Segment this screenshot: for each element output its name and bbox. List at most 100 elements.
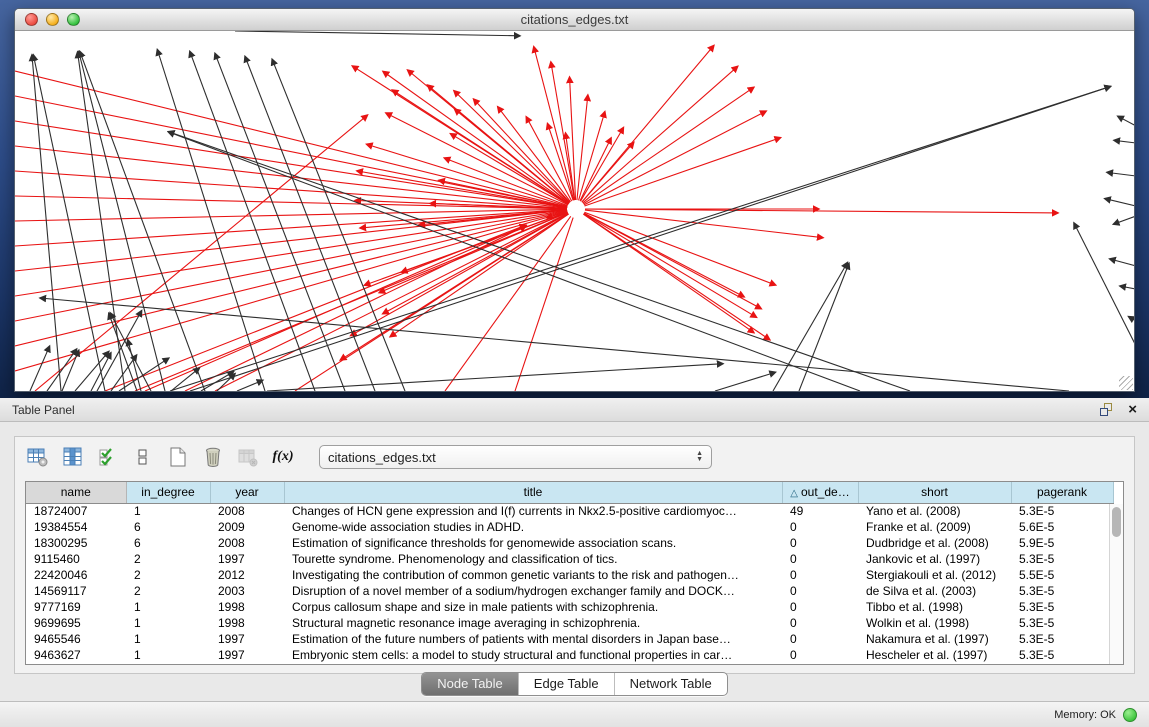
table-cell[interactable]: 5.9E-5	[1011, 535, 1113, 551]
table-cell[interactable]: Estimation of significance thresholds fo…	[284, 535, 782, 551]
table-cell[interactable]: 0	[782, 519, 858, 535]
table-cell[interactable]: Yano et al. (2008)	[858, 503, 1011, 519]
minimize-window-button[interactable]	[46, 13, 59, 26]
table-cell[interactable]: 1	[126, 647, 210, 663]
table-cell[interactable]: 9777169	[26, 599, 126, 615]
table-cell[interactable]: Jankovic et al. (1997)	[858, 551, 1011, 567]
delete-table-icon[interactable]	[200, 444, 226, 470]
table-row[interactable]: 969969511998Structural magnetic resonanc…	[26, 615, 1113, 631]
network-window-titlebar[interactable]: citations_edges.txt	[15, 9, 1134, 31]
table-cell[interactable]: 14569117	[26, 583, 126, 599]
table-cell[interactable]: 9465546	[26, 631, 126, 647]
table-row[interactable]: 911546021997Tourette syndrome. Phenomeno…	[26, 551, 1113, 567]
table-cell[interactable]: 49	[782, 503, 858, 519]
table-row[interactable]: 946362711997Embryonic stem cells: a mode…	[26, 647, 1113, 663]
memory-status-indicator[interactable]	[1123, 708, 1137, 722]
table-cell[interactable]: 2012	[210, 567, 284, 583]
table-cell[interactable]: 5.3E-5	[1011, 631, 1113, 647]
table-cell[interactable]: 18724007	[26, 503, 126, 519]
table-cell[interactable]: 1997	[210, 551, 284, 567]
table-cell[interactable]: 2008	[210, 535, 284, 551]
table-cell[interactable]: 0	[782, 599, 858, 615]
citation-network-graph[interactable]	[15, 31, 1134, 391]
table-cell[interactable]: 2008	[210, 503, 284, 519]
table-cell[interactable]: Stergiakouli et al. (2012)	[858, 567, 1011, 583]
table-cell[interactable]: 0	[782, 647, 858, 663]
table-cell[interactable]: Investigating the contribution of common…	[284, 567, 782, 583]
table-row[interactable]: 1830029562008Estimation of significance …	[26, 535, 1113, 551]
table-cell[interactable]: 6	[126, 535, 210, 551]
table-cell[interactable]: 5.3E-5	[1011, 583, 1113, 599]
table-cell[interactable]: 1	[126, 503, 210, 519]
table-cell[interactable]: Embryonic stem cells: a model to study s…	[284, 647, 782, 663]
table-cell[interactable]: 5.3E-5	[1011, 599, 1113, 615]
column-header-title[interactable]: title	[284, 482, 782, 503]
column-header-pagerank[interactable]: pagerank	[1011, 482, 1113, 503]
table-settings-icon[interactable]	[25, 444, 51, 470]
window-resize-grip[interactable]	[1119, 376, 1133, 390]
float-panel-icon[interactable]	[1100, 403, 1114, 417]
table-cell[interactable]: 2009	[210, 519, 284, 535]
table-cell[interactable]: de Silva et al. (2003)	[858, 583, 1011, 599]
table-row[interactable]: 977716911998Corpus callosum shape and si…	[26, 599, 1113, 615]
table-cell[interactable]: Changes of HCN gene expression and I(f) …	[284, 503, 782, 519]
table-cell[interactable]: Franke et al. (2009)	[858, 519, 1011, 535]
table-cell[interactable]: 1	[126, 599, 210, 615]
table-cell[interactable]: Disruption of a novel member of a sodium…	[284, 583, 782, 599]
table-cell[interactable]: Hescheler et al. (1997)	[858, 647, 1011, 663]
table-cell[interactable]: 1	[126, 631, 210, 647]
column-header-out-de-[interactable]: △out_de…	[782, 482, 858, 503]
table-cell[interactable]: 5.3E-5	[1011, 551, 1113, 567]
table-cell[interactable]: Tibbo et al. (1998)	[858, 599, 1011, 615]
network-canvas[interactable]	[15, 31, 1134, 391]
table-cell[interactable]: 2	[126, 583, 210, 599]
table-cell[interactable]: 9115460	[26, 551, 126, 567]
column-header-year[interactable]: year	[210, 482, 284, 503]
select-rows-icon[interactable]	[95, 444, 121, 470]
table-cell[interactable]: 19384554	[26, 519, 126, 535]
column-header-name[interactable]: name	[26, 482, 126, 503]
table-cell[interactable]: 5.3E-5	[1011, 615, 1113, 631]
table-cell[interactable]: 0	[782, 631, 858, 647]
show-columns-icon[interactable]	[60, 444, 86, 470]
table-select-dropdown[interactable]: citations_edges.txt ▲▼	[319, 445, 712, 469]
table-cell[interactable]: 0	[782, 583, 858, 599]
row-height-icon[interactable]	[130, 444, 156, 470]
table-scrollbar-thumb[interactable]	[1112, 507, 1121, 537]
table-cell[interactable]: 5.5E-5	[1011, 567, 1113, 583]
table-cell[interactable]: 1998	[210, 615, 284, 631]
close-panel-icon[interactable]: ×	[1128, 403, 1137, 417]
table-cell[interactable]: Estimation of the future numbers of pati…	[284, 631, 782, 647]
table-cell[interactable]: Structural magnetic resonance image aver…	[284, 615, 782, 631]
table-cell[interactable]: 5.3E-5	[1011, 503, 1113, 519]
table-cell[interactable]: Nakamura et al. (1997)	[858, 631, 1011, 647]
table-cell[interactable]: 6	[126, 519, 210, 535]
table-row[interactable]: 2242004622012Investigating the contribut…	[26, 567, 1113, 583]
table-row[interactable]: 1456911722003Disruption of a novel membe…	[26, 583, 1113, 599]
table-row[interactable]: 1938455462009Genome-wide association stu…	[26, 519, 1113, 535]
table-cell[interactable]: 0	[782, 567, 858, 583]
table-cell[interactable]: Tourette syndrome. Phenomenology and cla…	[284, 551, 782, 567]
tab-node-table[interactable]: Node Table	[422, 673, 518, 695]
column-header-short[interactable]: short	[858, 482, 1011, 503]
table-row[interactable]: 946554611997Estimation of the future num…	[26, 631, 1113, 647]
table-cell[interactable]: 22420046	[26, 567, 126, 583]
table-cell[interactable]: 1997	[210, 647, 284, 663]
close-window-button[interactable]	[25, 13, 38, 26]
table-cell[interactable]: 0	[782, 535, 858, 551]
table-cell[interactable]: 2	[126, 551, 210, 567]
table-cell[interactable]: 2003	[210, 583, 284, 599]
table-row[interactable]: 1872400712008Changes of HCN gene express…	[26, 503, 1113, 519]
table-cell[interactable]: Corpus callosum shape and size in male p…	[284, 599, 782, 615]
new-table-icon[interactable]	[165, 444, 191, 470]
zoom-window-button[interactable]	[67, 13, 80, 26]
table-cell[interactable]: 1	[126, 615, 210, 631]
table-cell[interactable]: Wolkin et al. (1998)	[858, 615, 1011, 631]
table-cell[interactable]: Genome-wide association studies in ADHD.	[284, 519, 782, 535]
tab-network-table[interactable]: Network Table	[614, 673, 727, 695]
function-builder-icon[interactable]: f(x)	[270, 444, 296, 470]
table-cell[interactable]: 5.6E-5	[1011, 519, 1113, 535]
table-cell[interactable]: 2	[126, 567, 210, 583]
table-cell[interactable]: Dudbridge et al. (2008)	[858, 535, 1011, 551]
table-cell[interactable]: 0	[782, 615, 858, 631]
